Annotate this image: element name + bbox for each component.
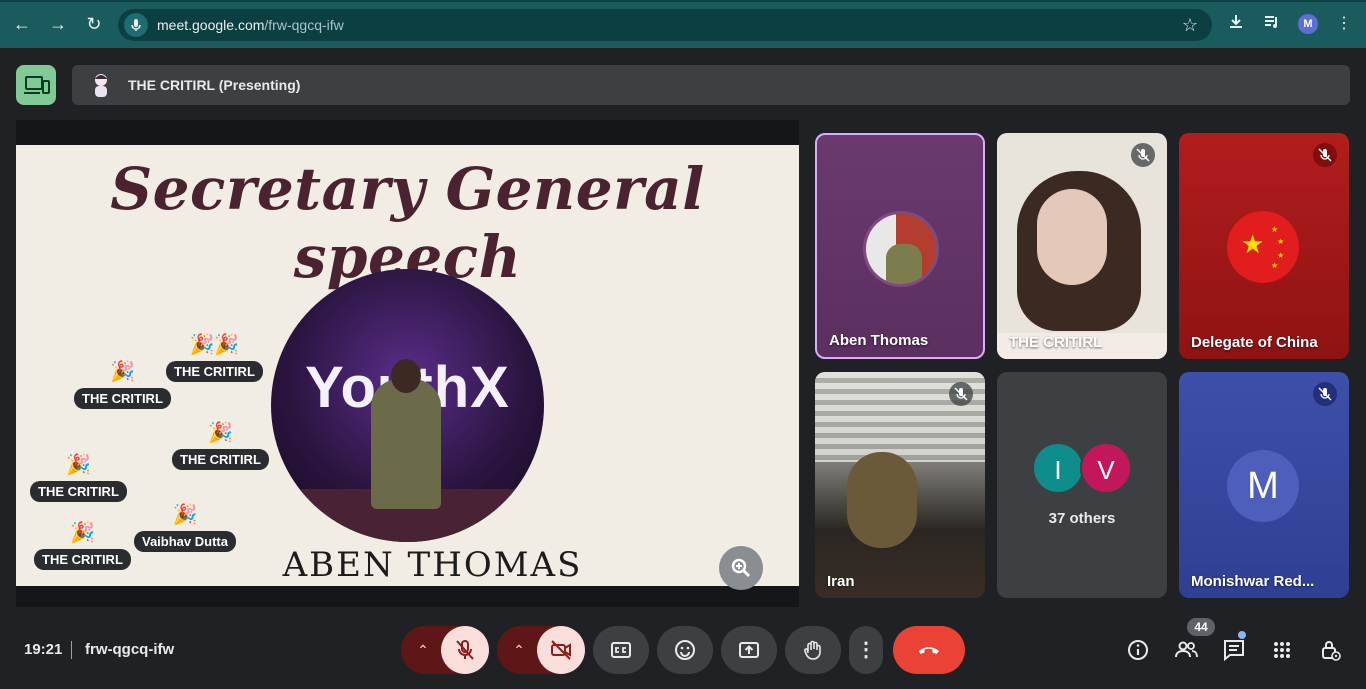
participant-name: Aben Thomas: [829, 332, 929, 349]
url-host: meet.google.com: [157, 17, 265, 33]
reaction-name: THE CRITIRL: [74, 388, 171, 409]
participant-tile-monishwar[interactable]: M Monishwar Red...: [1179, 372, 1349, 598]
others-count: 37 others: [1048, 510, 1116, 527]
presentation-stage: Secretary General speech YouthX ABEN THO…: [16, 120, 799, 607]
reaction-bubble: 🎉🎉 THE CRITIRL: [166, 333, 263, 382]
presenting-title: THE CRITIRL (Presenting): [128, 77, 301, 93]
zoom-icon: [731, 558, 751, 578]
party-popper-icon: 🎉: [172, 504, 198, 526]
back-arrow-icon[interactable]: ←: [10, 12, 34, 36]
presenting-bar: THE CRITIRL (Presenting): [72, 65, 1350, 105]
chat-icon[interactable]: [1221, 637, 1247, 663]
participant-name: THE CRITIRL: [1009, 334, 1103, 351]
browser-menu-icon[interactable]: ⋮: [1332, 12, 1356, 36]
reaction-name: Vaibhav Dutta: [134, 531, 236, 552]
speaker-photo: YouthX: [271, 269, 544, 542]
participant-tile-the-critirl[interactable]: THE CRITIRL: [997, 133, 1167, 359]
media-control-icon[interactable]: [1260, 12, 1284, 36]
party-popper-icon: 🎉: [65, 454, 91, 476]
china-flag-avatar: ★ ★ ★ ★ ★: [1227, 211, 1299, 283]
forward-arrow-icon[interactable]: →: [46, 12, 70, 36]
participant-name: Monishwar Red...: [1191, 573, 1315, 590]
participant-avatar: V: [1080, 442, 1132, 494]
people-icon[interactable]: [1173, 637, 1199, 663]
reaction-bubble: 🎉 THE CRITIRL: [74, 360, 171, 409]
speaker-figure: [371, 379, 441, 509]
meeting-time: 19:21: [24, 641, 63, 658]
emoji-icon: [675, 640, 695, 660]
mic-site-icon[interactable]: [124, 13, 148, 37]
tabstrip-edge: [0, 0, 1366, 2]
address-bar[interactable]: meet.google.com/frw-qgcq-ifw ☆: [118, 9, 1212, 41]
participant-tile-iran[interactable]: Iran: [815, 372, 985, 598]
participant-name: Iran: [827, 573, 855, 590]
participant-tile-delegate-of-china[interactable]: ★ ★ ★ ★ ★ Delegate of China: [1179, 133, 1349, 359]
hand-icon: [804, 640, 821, 660]
camera-off-icon: [551, 640, 571, 660]
reaction-bubble: 🎉 Vaibhav Dutta: [134, 503, 236, 552]
zoom-in-button[interactable]: [719, 546, 763, 590]
mic-off-icon: [949, 382, 973, 406]
meeting-code: frw-qgcq-ifw: [85, 641, 175, 658]
chat-notification-dot: [1238, 631, 1246, 639]
mic-off-icon: [1313, 143, 1337, 167]
layout-toggle-button[interactable]: [16, 65, 56, 105]
speaker-head: [391, 359, 421, 393]
party-popper-icon: 🎉🎉: [189, 334, 240, 356]
reaction-name: THE CRITIRL: [34, 549, 131, 570]
meeting-info-icon[interactable]: [1125, 637, 1151, 663]
hang-up-icon: [919, 647, 939, 654]
present-screen-icon: [739, 642, 759, 658]
bookmark-star-icon[interactable]: ☆: [1182, 15, 1198, 36]
devices-icon: [24, 76, 50, 94]
participant-avatar: I: [1032, 442, 1084, 494]
reactions-button[interactable]: [657, 626, 713, 674]
reaction-bubble: 🎉 THE CRITIRL: [172, 421, 269, 470]
captions-button[interactable]: [593, 626, 649, 674]
people-count-badge: 44: [1187, 618, 1215, 636]
leave-call-button[interactable]: [893, 626, 965, 674]
more-options-button[interactable]: ⋮: [849, 626, 883, 674]
activities-grid-icon[interactable]: [1269, 637, 1295, 663]
reaction-name: THE CRITIRL: [30, 481, 127, 502]
closed-captions-icon: [611, 642, 631, 658]
microphone-control: ⌃: [401, 626, 489, 674]
reaction-bubble: 🎉 THE CRITIRL: [30, 453, 127, 502]
party-popper-icon: 🎉: [69, 522, 95, 544]
party-popper-icon: 🎉: [207, 422, 233, 444]
participant-avatar: M: [1227, 450, 1299, 522]
participant-video: [847, 452, 917, 548]
participant-tile-aben-thomas[interactable]: Aben Thomas: [815, 133, 985, 359]
present-screen-button[interactable]: [721, 626, 777, 674]
divider: [71, 641, 72, 659]
browser-toolbar: ← → ↻ meet.google.com/frw-qgcq-ifw ☆ M ⋮: [0, 0, 1366, 48]
mic-off-icon: [1313, 382, 1337, 406]
reaction-name: THE CRITIRL: [166, 361, 263, 382]
participant-name: Delegate of China: [1191, 334, 1318, 351]
microphone-toggle-button[interactable]: [441, 626, 489, 674]
url-path: /frw-qgcq-ifw: [264, 17, 344, 33]
mic-off-icon: [1131, 143, 1155, 167]
profile-avatar[interactable]: M: [1298, 14, 1318, 34]
presentation-slide: Secretary General speech YouthX ABEN THO…: [16, 145, 799, 586]
participant-video: [1037, 189, 1107, 285]
reload-icon[interactable]: ↻: [82, 12, 106, 36]
mic-options-chevron-icon[interactable]: ⌃: [401, 626, 445, 674]
party-popper-icon: 🎉: [109, 361, 135, 383]
raise-hand-button[interactable]: [785, 626, 841, 674]
mic-off-icon: [456, 640, 474, 660]
camera-options-chevron-icon[interactable]: ⌃: [497, 626, 541, 674]
participant-avatar: [863, 211, 939, 287]
reaction-bubble: 🎉 THE CRITIRL: [34, 521, 131, 570]
reaction-name: THE CRITIRL: [172, 449, 269, 470]
camera-control: ⌃: [497, 626, 585, 674]
presenter-avatar: [88, 71, 114, 99]
url-text: meet.google.com/frw-qgcq-ifw: [157, 17, 344, 33]
camera-toggle-button[interactable]: [537, 626, 585, 674]
host-controls-lock-icon[interactable]: [1317, 637, 1343, 663]
download-icon[interactable]: [1224, 12, 1248, 36]
participant-tile-others[interactable]: I V 37 others: [997, 372, 1167, 598]
